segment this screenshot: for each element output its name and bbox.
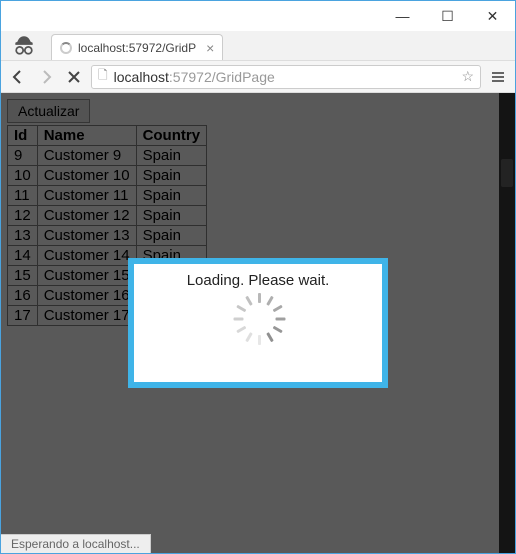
loading-dialog: Loading. Please wait.	[128, 258, 388, 388]
window-titlebar: — ☐ ✕	[1, 1, 515, 31]
browser-tab[interactable]: localhost:57972/GridP ×	[51, 34, 223, 60]
address-host: localhost:57972/GridPage	[114, 69, 275, 85]
status-bar: Esperando a localhost...	[1, 534, 151, 553]
tab-loading-spinner-icon	[60, 42, 72, 54]
modal-overlay: Loading. Please wait.	[1, 93, 515, 553]
menu-button[interactable]	[487, 66, 509, 88]
arrow-right-icon	[38, 69, 54, 85]
bookmark-star-icon[interactable]: ☆	[461, 68, 474, 85]
stop-icon	[67, 70, 81, 84]
window-maximize-button[interactable]: ☐	[425, 1, 470, 31]
tab-title: localhost:57972/GridP	[78, 41, 196, 55]
browser-toolbar: 🗋 localhost:57972/GridPage ☆	[1, 61, 515, 93]
tab-strip: localhost:57972/GridP ×	[1, 31, 515, 61]
back-button[interactable]	[7, 66, 29, 88]
incognito-icon	[11, 33, 37, 59]
browser-window: — ☐ ✕ localhost:57972/GridP × 🗋 localhos…	[0, 0, 516, 554]
address-bar[interactable]: 🗋 localhost:57972/GridPage ☆	[91, 65, 481, 89]
window-close-button[interactable]: ✕	[470, 1, 515, 31]
forward-button[interactable]	[35, 66, 57, 88]
loading-spinner-icon	[240, 307, 276, 343]
window-minimize-button[interactable]: —	[380, 1, 425, 31]
tab-close-icon[interactable]: ×	[206, 40, 214, 56]
arrow-left-icon	[10, 69, 26, 85]
content-area: Actualizar Id Name Country 9Customer 9Sp…	[1, 93, 515, 553]
hamburger-icon	[490, 69, 506, 85]
loading-text: Loading. Please wait.	[187, 272, 330, 289]
page-icon: 🗋	[98, 66, 108, 87]
stop-button[interactable]	[63, 66, 85, 88]
